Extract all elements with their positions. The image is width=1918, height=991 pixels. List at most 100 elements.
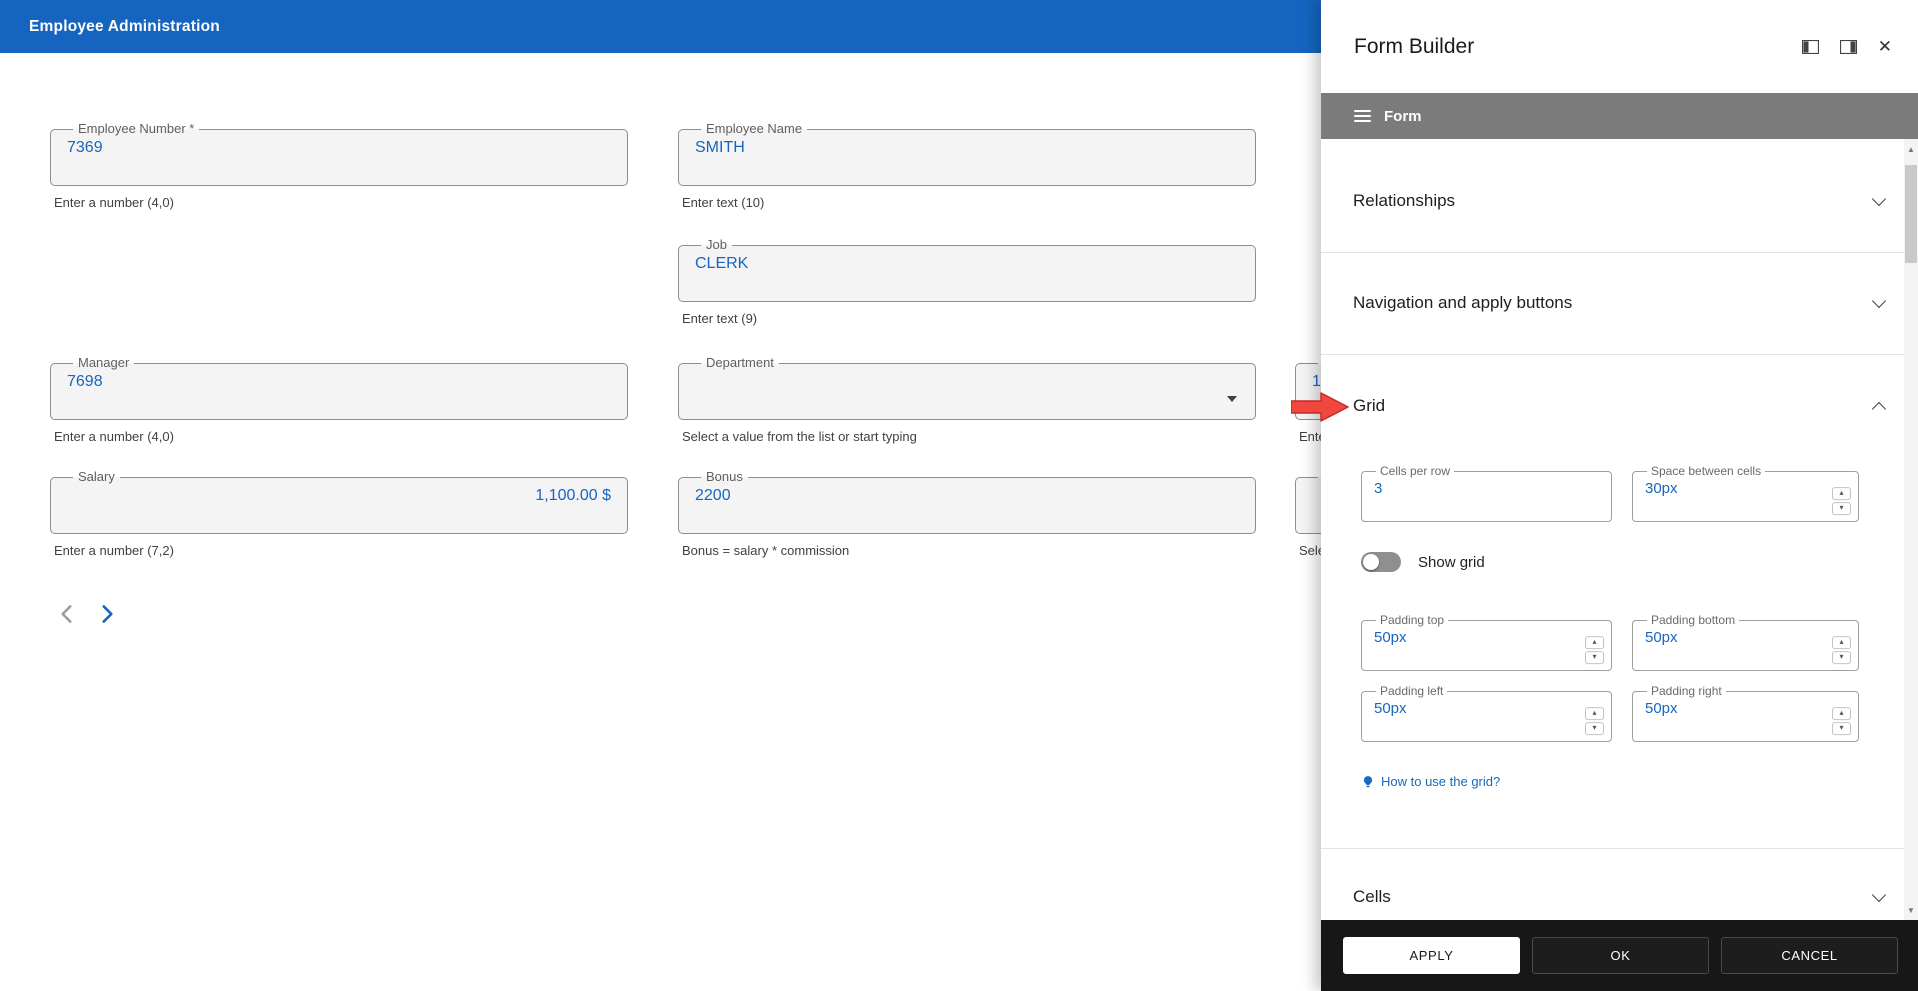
scrollbar-thumb[interactable] [1905,165,1917,263]
dropdown-caret-icon[interactable] [1227,396,1237,402]
padding-bottom-input[interactable]: Padding bottom 50px ▴ ▾ [1632,614,1859,671]
form-bar-label: Form [1384,108,1422,125]
decrement-button[interactable]: ▾ [1832,722,1851,735]
field-label: Padding left [1376,685,1447,698]
field-value: 50px [1374,700,1599,717]
field-value: 2200 [695,487,1239,505]
panel-scrollbar[interactable]: ▲ ▼ [1904,139,1918,920]
scroll-up-icon[interactable]: ▲ [1904,141,1918,157]
employee-number-input[interactable]: Employee Number * 7369 [50,122,628,186]
stepper: ▴ ▾ [1832,636,1851,664]
field-hint: Select a value from the list or start ty… [678,429,1256,444]
field-hint: Enter text (10) [678,195,1256,210]
dock-right-icon[interactable] [1838,38,1859,56]
show-grid-label: Show grid [1418,554,1485,571]
field-label: Job [701,238,732,252]
cell-spacing-input[interactable]: Space between cells 30px ▴ ▾ [1632,465,1859,522]
field-value: 7369 [67,139,611,157]
close-icon[interactable]: ✕ [1876,36,1894,57]
field-label: Padding top [1376,614,1448,627]
divider [1321,848,1904,849]
field-value: CLERK [695,255,1239,273]
field-value: 30px [1645,480,1846,497]
field-hint: Bonus = salary * commission [678,543,1256,558]
chevron-left-icon [54,601,80,627]
decrement-button[interactable]: ▾ [1585,722,1604,735]
dock-left-icon[interactable] [1800,38,1821,56]
form-bar[interactable]: Form [1321,93,1918,139]
chevron-right-icon [94,601,120,627]
field-value: 3 [1374,480,1599,497]
section-relationships[interactable]: Relationships [1353,170,1884,232]
grid-highlight-arrow [1291,392,1349,422]
manager-input[interactable]: Manager 7698 [50,356,628,420]
field-label: Employee Name [701,122,807,136]
increment-button[interactable]: ▴ [1832,707,1851,720]
next-record-button[interactable] [92,600,122,630]
chevron-down-icon [1872,888,1886,902]
padding-left-input[interactable]: Padding left 50px ▴ ▾ [1361,685,1612,742]
form-builder-panel: Form Builder ✕ Form Relationships [1321,0,1918,991]
cancel-button[interactable]: CANCEL [1721,937,1898,974]
builder-footer: APPLY OK CANCEL [1321,920,1918,991]
stepper: ▴ ▾ [1585,636,1604,664]
field-manager: Manager 7698 Enter a number (4,0) [50,356,628,444]
field-value: 1,100.00 $ [67,487,611,505]
field-label: Padding bottom [1647,614,1739,627]
field-value: 50px [1374,629,1599,646]
previous-record-button[interactable] [52,600,82,630]
apply-button[interactable]: APPLY [1343,937,1520,974]
increment-button[interactable]: ▴ [1832,487,1851,500]
field-label: Cells per row [1376,465,1454,478]
department-combobox[interactable]: Department [678,356,1256,420]
salary-input[interactable]: Salary 1,100.00 $ [50,470,628,534]
cells-per-row-input[interactable]: Cells per row 3 [1361,465,1612,522]
field-salary: Salary 1,100.00 $ Enter a number (7,2) [50,470,628,558]
increment-button[interactable]: ▴ [1832,636,1851,649]
builder-header: Form Builder ✕ [1321,0,1918,93]
section-navigation-apply-buttons[interactable]: Navigation and apply buttons [1353,272,1884,334]
field-label: Manager [73,356,134,370]
field-hint: Enter a number (7,2) [50,543,628,558]
grid-help-label: How to use the grid? [1381,774,1500,789]
ok-button[interactable]: OK [1532,937,1709,974]
builder-window-controls: ✕ [1800,36,1894,57]
bonus-input[interactable]: Bonus 2200 [678,470,1256,534]
hamburger-icon [1354,110,1371,123]
field-label: Padding right [1647,685,1726,698]
screen: Employee Administration Employee Number … [0,0,1918,991]
field-value: 50px [1645,629,1846,646]
stepper: ▴ ▾ [1832,487,1851,515]
toggle-knob [1363,554,1379,570]
increment-button[interactable]: ▴ [1585,636,1604,649]
field-label: Salary [73,470,120,484]
decrement-button[interactable]: ▾ [1832,651,1851,664]
field-value: 50px [1645,700,1846,717]
field-employee-number: Employee Number * 7369 Enter a number (4… [50,122,628,210]
field-value: SMITH [695,139,1239,157]
job-input[interactable]: Job CLERK [678,238,1256,302]
decrement-button[interactable]: ▾ [1585,651,1604,664]
field-employee-name: Employee Name SMITH Enter text (10) [678,122,1256,210]
employee-name-input[interactable]: Employee Name SMITH [678,122,1256,186]
decrement-button[interactable]: ▾ [1832,502,1851,515]
section-cells[interactable]: Cells [1353,866,1884,928]
scroll-down-icon[interactable]: ▼ [1904,902,1918,918]
chevron-down-icon [1872,192,1886,206]
lightbulb-icon [1361,775,1375,789]
increment-button[interactable]: ▴ [1585,707,1604,720]
builder-title: Form Builder [1354,35,1800,59]
grid-help-link[interactable]: How to use the grid? [1361,774,1500,789]
padding-right-input[interactable]: Padding right 50px ▴ ▾ [1632,685,1859,742]
field-hint: Enter a number (4,0) [50,429,628,444]
stepper: ▴ ▾ [1585,707,1604,735]
divider [1321,252,1904,253]
section-grid[interactable]: Grid [1353,375,1884,437]
field-hint: Enter a number (4,0) [50,195,628,210]
show-grid-toggle[interactable] [1361,552,1401,572]
stepper: ▴ ▾ [1832,707,1851,735]
divider [1321,354,1904,355]
padding-top-input[interactable]: Padding top 50px ▴ ▾ [1361,614,1612,671]
field-hint: Enter text (9) [678,311,1256,326]
chevron-up-icon [1872,402,1886,416]
